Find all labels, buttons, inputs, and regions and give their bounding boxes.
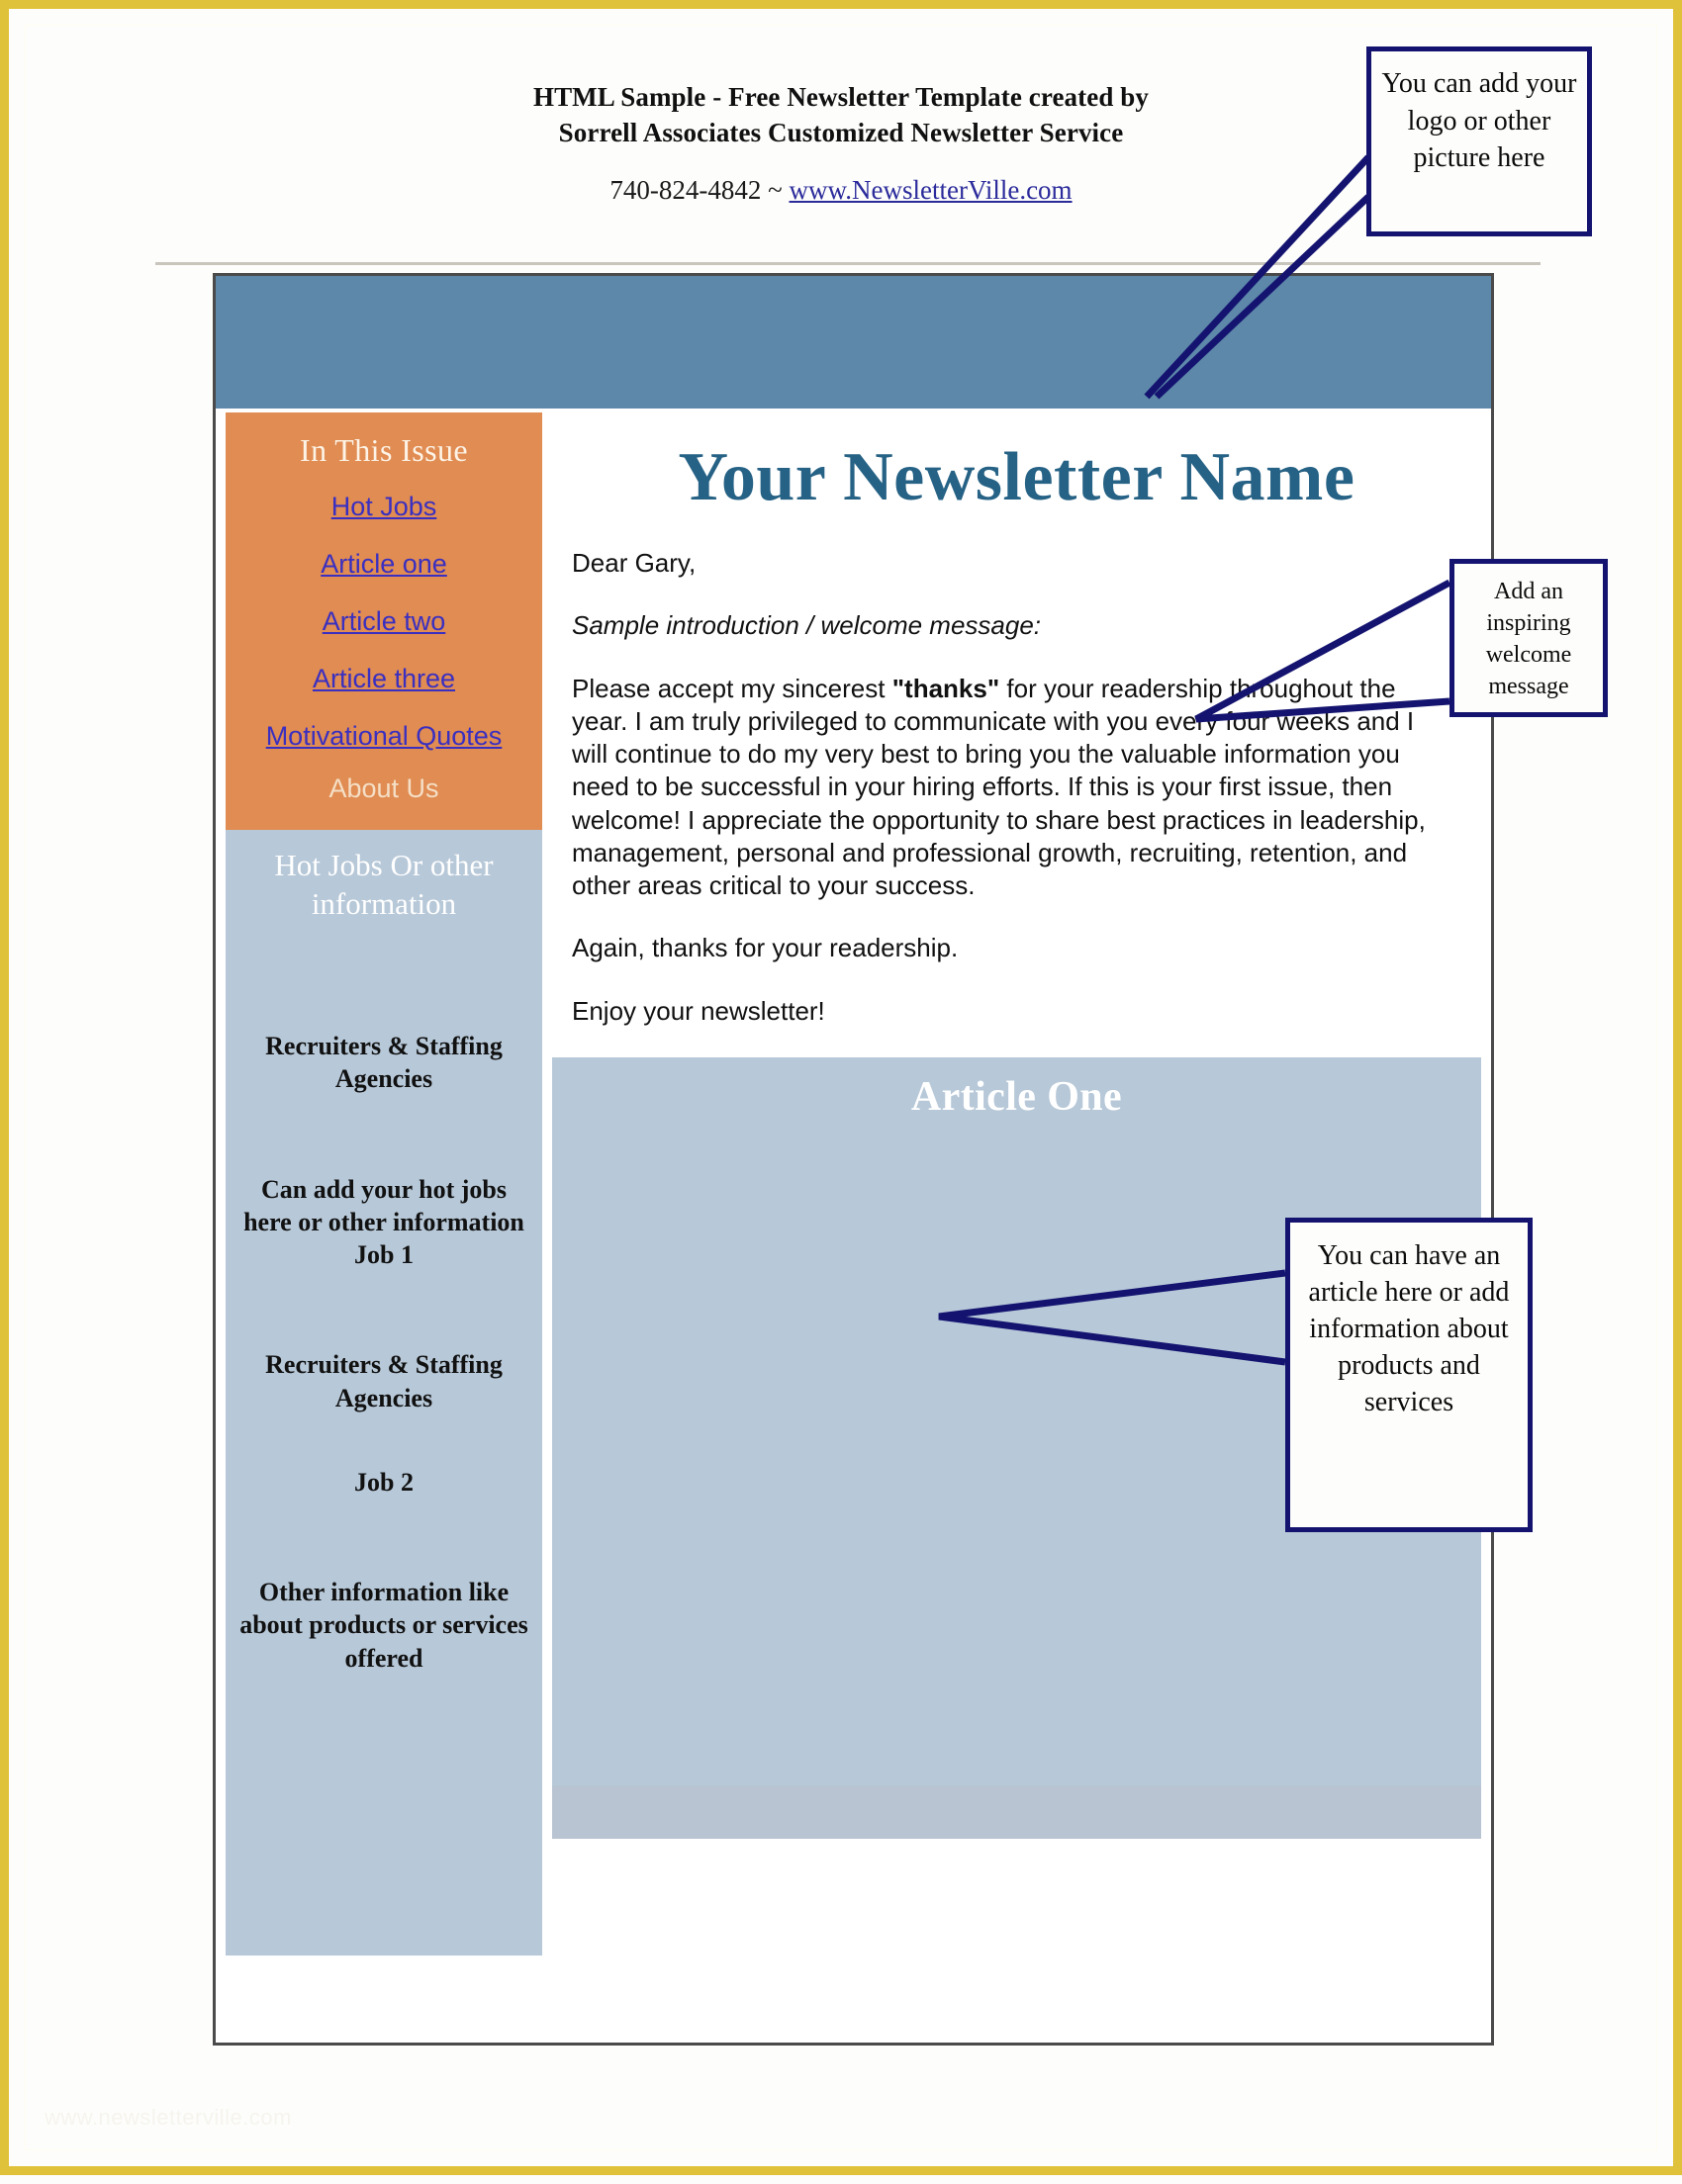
main-content: Your Newsletter Name Dear Gary, Sample i… [552, 412, 1481, 1983]
newsletter-frame: In This Issue Hot Jobs Article one Artic… [213, 273, 1494, 2046]
sidebar-item-motivational-quotes[interactable]: Motivational Quotes [232, 721, 536, 752]
salutation: Dear Gary, [572, 548, 697, 578]
in-this-issue-box: In This Issue Hot Jobs Article one Artic… [226, 412, 542, 830]
hot-jobs-box: Hot Jobs Or other information Recruiters… [226, 830, 542, 1956]
page-frame: HTML Sample - Free Newsletter Template c… [0, 0, 1682, 2175]
sidebar-block-other-information: Other information like about products or… [239, 1578, 528, 1673]
website-link[interactable]: www.NewsletterVille.com [790, 175, 1073, 205]
newsletter-title: Your Newsletter Name [678, 439, 1355, 515]
in-this-issue-heading: In This Issue [300, 432, 468, 468]
article-one-title: Article One [910, 1073, 1123, 1120]
sidebar-block-recruiters-1: Recruiters & Staffing Agencies [265, 1032, 503, 1094]
sidebar-item-hot-jobs[interactable]: Hot Jobs [232, 492, 536, 522]
sidebar-item-article-three[interactable]: Article three [232, 664, 536, 694]
phone-number: 740-824-4842 ~ [609, 174, 790, 205]
main-paragraph: Please accept my sincerest "thanks" for … [572, 673, 1455, 903]
closing-line-2: Enjoy your newsletter! [572, 995, 825, 1026]
masthead-banner [216, 276, 1491, 409]
header-divider-rule [155, 262, 1541, 265]
sidebar-block-job-1: Can add your hot jobs here or other info… [243, 1174, 524, 1270]
article-one-footer-band [552, 1784, 1481, 1839]
callout-welcome-message: Add an inspiring welcome message [1449, 559, 1608, 717]
page-watermark: www.newsletterville.com [45, 2105, 292, 2130]
sidebar-block-job-2: Job 2 [354, 1467, 414, 1497]
sidebar: In This Issue Hot Jobs Article one Artic… [226, 412, 542, 1956]
paragraph-part-1: Please accept my sincerest [572, 673, 892, 703]
intro-line: Sample introduction / welcome message: [572, 610, 1042, 641]
sidebar-item-article-one[interactable]: Article one [232, 549, 536, 580]
paragraph-emphasis: "thanks" [891, 673, 1000, 703]
letter-body: Dear Gary, Sample introduction / welcome… [552, 547, 1481, 1028]
callout-article: You can have an article here or add info… [1285, 1218, 1533, 1532]
sidebar-block-recruiters-2: Recruiters & Staffing Agencies [265, 1350, 503, 1412]
hot-jobs-heading: Hot Jobs Or other information [274, 848, 494, 922]
callout-logo: You can add your logo or other picture h… [1366, 46, 1592, 236]
sidebar-item-about-us[interactable]: About Us [232, 774, 536, 804]
sidebar-item-article-two[interactable]: Article two [232, 606, 536, 637]
closing-line-1: Again, thanks for your readership. [572, 933, 959, 963]
paragraph-part-2: for your readership throughout the year.… [572, 673, 1426, 901]
